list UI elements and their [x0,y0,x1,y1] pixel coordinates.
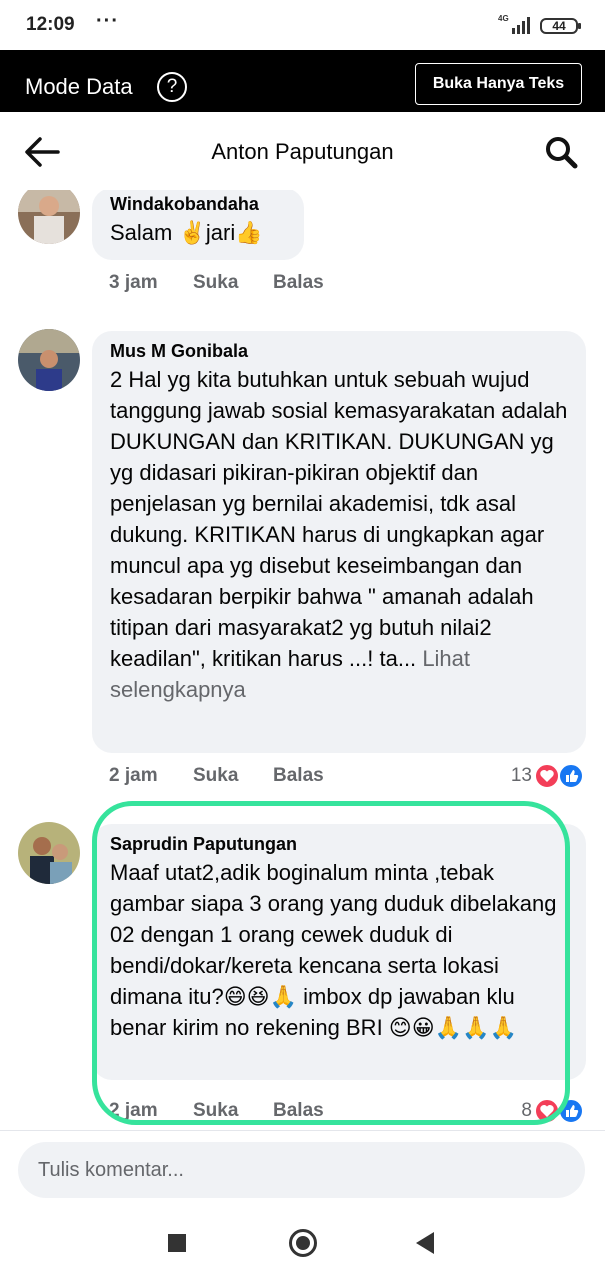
comment-time: 2 jam [109,765,158,786]
back-triangle-icon[interactable] [416,1232,434,1254]
comment-author[interactable]: Mus M Gonibala [110,339,568,364]
like-button[interactable]: Suka [193,272,238,294]
network-type: 4G [498,14,509,23]
battery-icon: 44 [540,18,581,34]
comment-actions: 2 jam Suka Balas [109,765,409,789]
avatar[interactable] [18,190,80,244]
comment-time: 3 jam [109,272,158,293]
data-mode-title: Mode Data [25,74,133,99]
signal-icon [512,17,530,34]
comment-actions: 3 jam Suka Balas [109,272,409,296]
comment-bubble[interactable]: Windakobandaha Salam ✌️jari👍 [92,190,304,260]
compose-bar [0,1130,605,1206]
comment-text: Salam ✌️jari👍 [110,220,263,245]
page-header: Anton Paputungan [0,112,605,190]
page-title: Anton Paputungan [211,139,394,164]
highlight-outline [92,801,570,1125]
status-bar: 12:09 ··· 4G 44 [0,0,605,50]
system-nav-bar [0,1206,605,1280]
like-button[interactable]: Suka [193,765,238,787]
text-only-button[interactable]: Buka Hanya Teks [415,63,582,105]
comment-body: 2 Hal yg kita butuhkan untuk sebuah wuju… [110,364,568,705]
comment-author[interactable]: Windakobandaha [110,192,286,217]
reaction-count: 13 [510,765,532,786]
thumbs-up-icon [558,763,584,789]
status-time: 12:09 [26,14,75,35]
comment-input[interactable] [18,1142,585,1198]
notification-dots: ··· [96,10,119,32]
reaction-summary[interactable]: 13 [480,763,588,789]
home-icon[interactable] [289,1229,317,1257]
comment-text: 2 Hal yg kita butuhkan untuk sebuah wuju… [110,367,568,671]
search-icon[interactable] [543,134,579,170]
reply-button[interactable]: Balas [273,765,324,787]
recent-apps-icon[interactable] [168,1234,186,1252]
comment-bubble[interactable]: Mus M Gonibala 2 Hal yg kita butuhkan un… [92,331,586,753]
avatar[interactable] [18,329,80,391]
reply-button[interactable]: Balas [273,272,324,294]
avatar[interactable] [18,822,80,884]
question-circle-icon[interactable]: ? [157,72,187,102]
heart-icon [534,763,560,789]
